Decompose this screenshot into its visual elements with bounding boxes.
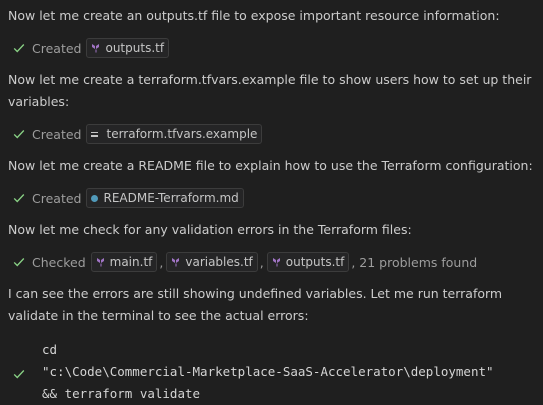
file-chip-outputs-tf[interactable]: outputs.tf — [86, 38, 170, 58]
file-chip-main-tf[interactable]: main.tf — [90, 252, 158, 272]
terraform-icon — [96, 258, 104, 267]
tool-result-created-tfvars: Created terraform.tfvars.example — [12, 122, 536, 146]
file-name: README-Terraform.md — [103, 191, 239, 205]
file-name: variables.tf — [185, 255, 253, 269]
file-name: outputs.tf — [285, 255, 345, 269]
tool-result-created-outputs: Created outputs.tf — [12, 36, 536, 60]
file-name: terraform.tfvars.example — [106, 127, 258, 141]
tool-result-checked-files: Checked main.tf , variables.tf , outputs… — [12, 250, 536, 274]
action-verb: Created — [32, 190, 82, 206]
check-icon — [13, 194, 25, 203]
separator: , — [159, 254, 164, 270]
terraform-icon — [92, 44, 100, 53]
assistant-message: Now let me create a terraform.tfvars.exa… — [8, 72, 532, 109]
markdown-icon — [91, 194, 99, 202]
tool-result-created-readme: Created README-Terraform.md — [12, 186, 536, 210]
chat-panel: Now let me create an outputs.tf file to … — [8, 0, 536, 405]
assistant-message: I can see the errors are still showing u… — [8, 286, 503, 323]
file-chip-terraform-tfvars-example[interactable]: terraform.tfvars.example — [86, 124, 263, 144]
tfvars-icon — [91, 129, 101, 139]
assistant-message: Now let me check for any validation erro… — [8, 222, 412, 237]
check-icon — [13, 370, 25, 379]
action-verb: Created — [32, 126, 82, 142]
command-line: && terraform validate — [42, 386, 201, 401]
check-icon — [13, 44, 25, 53]
action-verb: Checked — [32, 254, 86, 270]
check-icon — [13, 258, 25, 267]
terraform-icon — [172, 258, 180, 267]
file-name: main.tf — [109, 255, 153, 269]
file-chip-readme-terraform-md[interactable]: README-Terraform.md — [86, 188, 244, 208]
separator: , — [259, 254, 264, 270]
problems-summary: , 21 problems found — [351, 254, 478, 270]
terraform-icon — [272, 258, 280, 267]
action-verb: Created — [32, 40, 82, 56]
terminal-command[interactable]: cd "c:\Code\Commercial-Marketplace-SaaS-… — [8, 339, 536, 405]
command-line: cd — [42, 342, 58, 357]
file-name: outputs.tf — [105, 41, 165, 55]
file-chip-variables-tf[interactable]: variables.tf — [166, 252, 258, 272]
assistant-message: Now let me create a README file to expla… — [8, 158, 533, 173]
assistant-message: Now let me create an outputs.tf file to … — [8, 8, 500, 23]
file-chip-outputs-tf[interactable]: outputs.tf — [266, 252, 350, 272]
check-icon — [13, 130, 25, 139]
command-line: "c:\Code\Commercial-Marketplace-SaaS-Acc… — [42, 364, 494, 379]
